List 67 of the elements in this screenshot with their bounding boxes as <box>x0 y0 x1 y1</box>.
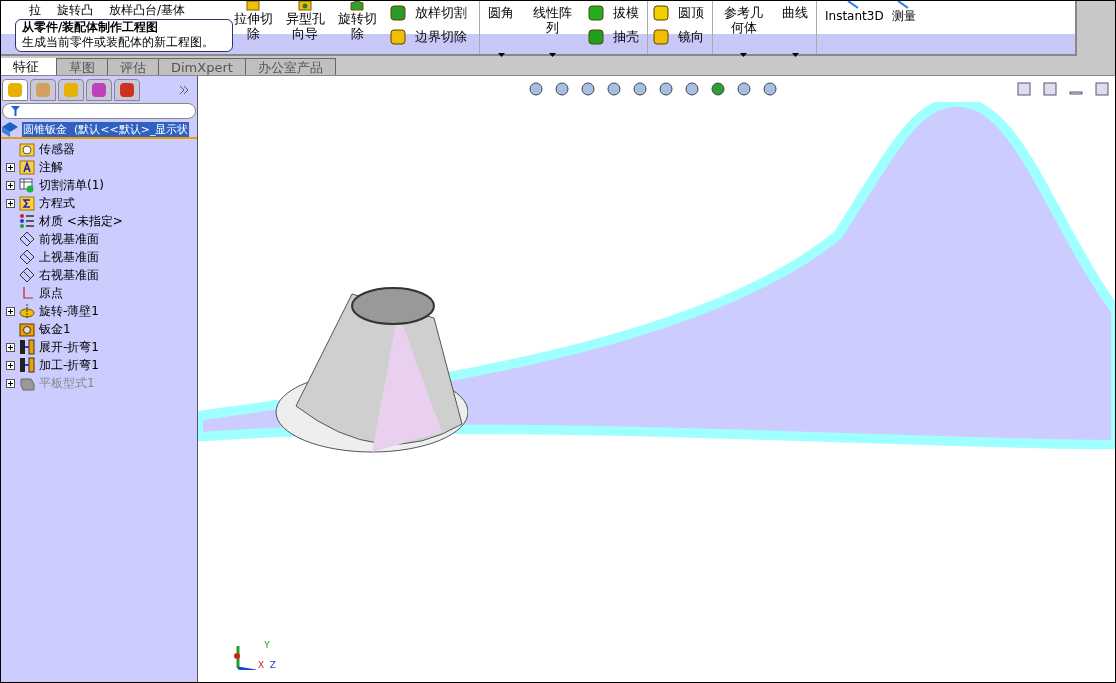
revolve-cut-icon <box>350 1 364 11</box>
toolbar-button[interactable]: 拉伸切除 <box>229 1 277 41</box>
toolbar-button[interactable]: 异型孔向导 <box>281 1 329 41</box>
tooltip-text: 生成当前零件或装配体的新工程图。 <box>22 35 215 50</box>
tree-item[interactable]: 前视基准面 <box>39 230 99 248</box>
expand-icon[interactable] <box>5 360 15 370</box>
filter-icon <box>11 106 20 116</box>
tab[interactable]: 评估 <box>108 58 159 75</box>
toolbar-button[interactable]: Instant3D <box>825 1 884 23</box>
toolbar-button[interactable]: 拔模 <box>583 1 643 25</box>
extrude-cut-icon <box>246 1 260 11</box>
expand-icon[interactable] <box>5 180 15 190</box>
tree-item[interactable]: 方程式 <box>39 194 75 212</box>
toolbar-button[interactable]: 边界切除 <box>385 25 471 49</box>
list-icon <box>19 213 35 229</box>
letter-a-icon <box>19 159 35 175</box>
tree-item[interactable]: 旋转-薄壁1 <box>39 302 99 320</box>
tree-item[interactable]: 注解 <box>39 158 63 176</box>
part-icon <box>1 121 19 137</box>
plane-icon <box>19 231 35 247</box>
revolve-icon <box>19 303 35 319</box>
tooltip-title: 从零件/装配体制作工程图 <box>22 20 160 35</box>
toolbar-label[interactable]: 拉 <box>29 1 41 19</box>
toolbar-label[interactable]: 旋转凸 <box>57 1 93 19</box>
expand-icon[interactable] <box>5 162 15 172</box>
tree-item[interactable]: 传感器 <box>39 140 75 158</box>
expand-icon[interactable] <box>5 198 15 208</box>
toolbar-label[interactable]: 放样凸台/基体 <box>109 1 186 19</box>
tree-item[interactable]: 原点 <box>39 284 63 302</box>
tree-item[interactable]: 切割清单(1) <box>39 176 104 194</box>
toolbar-button[interactable]: 抽壳 <box>583 25 643 49</box>
plane-icon <box>19 267 35 283</box>
axis-label: Y <box>264 641 270 650</box>
table-icon <box>19 177 35 193</box>
filter-field[interactable] <box>2 103 196 119</box>
axis-label: X <box>258 661 265 670</box>
tree-item[interactable]: 材质 <未指定> <box>39 212 123 230</box>
toolbar-button[interactable]: 圆顶 <box>648 1 708 25</box>
part-name[interactable]: 圆锥钣金 (默认<<默认>_显示状 <box>22 121 190 137</box>
axis-label: Z <box>269 661 276 670</box>
gauge-icon <box>19 141 35 157</box>
toolbar-button[interactable]: 曲线 <box>782 5 808 20</box>
tab[interactable]: 特征 <box>1 58 57 75</box>
tree-item[interactable]: 右视基准面 <box>39 266 99 284</box>
toolbar-button[interactable]: 圆角 <box>488 5 514 20</box>
toolbar-button[interactable]: 线性阵列 <box>530 5 575 35</box>
tree-item[interactable]: 加工-折弯1 <box>39 356 99 374</box>
tree-item[interactable]: 钣金1 <box>39 320 71 338</box>
bend-icon <box>19 339 35 355</box>
toolbar-button[interactable]: 旋转切除 <box>333 1 381 41</box>
tab[interactable]: 办公室产品 <box>245 58 336 75</box>
hole-icon <box>298 1 312 11</box>
toolbar-button[interactable]: 放样切割 <box>385 1 471 25</box>
plane-icon <box>19 249 35 265</box>
flat-sheet-icon <box>19 375 35 391</box>
tree-item[interactable]: 展开-折弯1 <box>39 338 99 356</box>
toolbar-button[interactable]: 镜向 <box>648 25 708 49</box>
toolbar-button[interactable]: 测量 <box>891 1 916 23</box>
expand-icon[interactable] <box>5 306 15 316</box>
tab[interactable]: DimXpert <box>159 58 246 75</box>
tree-item[interactable]: 上视基准面 <box>39 248 99 266</box>
tab[interactable]: 草图 <box>57 58 108 75</box>
sheet-metal-icon <box>19 321 35 337</box>
expand-icon[interactable] <box>5 342 15 352</box>
toolbar-button[interactable]: 参考几何体 <box>721 5 766 35</box>
sigma-icon <box>19 195 35 211</box>
bend-icon <box>19 357 35 373</box>
